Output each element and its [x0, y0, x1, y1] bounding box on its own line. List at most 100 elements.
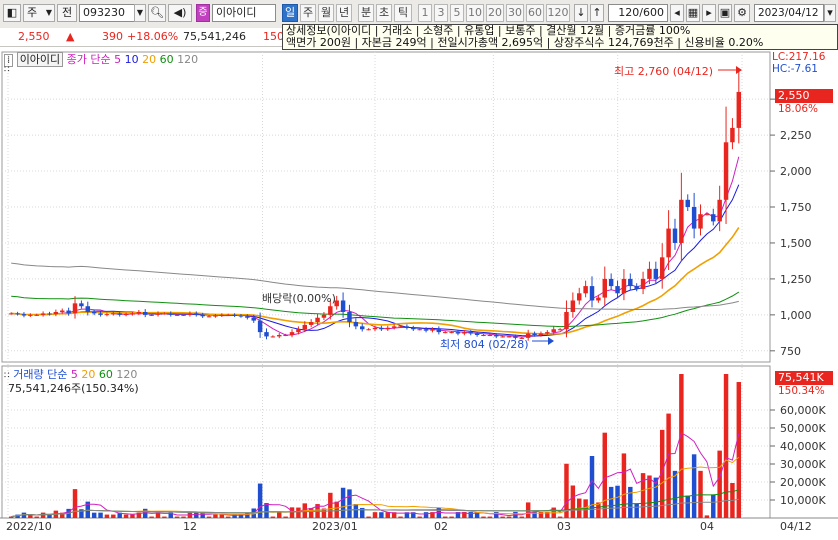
candle-body	[283, 334, 288, 336]
candle-body	[315, 317, 320, 323]
candle-body	[391, 326, 397, 328]
candle-body	[155, 313, 161, 315]
candle-body	[289, 332, 295, 335]
candle-body	[628, 278, 633, 287]
x-label-feb: 02	[434, 520, 448, 533]
candle-body	[360, 326, 365, 330]
volume-bar	[468, 512, 473, 518]
candle-body	[79, 303, 84, 307]
volume-bar	[717, 450, 722, 518]
volume-bar	[602, 432, 608, 518]
candle-body	[551, 329, 556, 333]
candle-body	[417, 329, 422, 331]
volume-bar	[423, 512, 429, 518]
candle-body	[430, 329, 435, 331]
candle-body	[538, 333, 544, 335]
volume-bar	[628, 486, 633, 518]
volume-bar	[711, 494, 716, 518]
volume-bar	[615, 485, 620, 518]
current-price-box: 2,550	[775, 89, 833, 103]
volume-bar	[666, 413, 671, 518]
candle-body	[436, 329, 442, 333]
candle-body	[404, 326, 410, 328]
volume-tick-label: 30,000K	[780, 458, 826, 471]
current-volume-box: 75,541K	[775, 371, 833, 385]
price-tick-label: 1,000	[780, 309, 812, 322]
current-volume-pct: 150.34%	[778, 385, 825, 397]
candle-body	[136, 311, 142, 314]
x-label-oct: 2022/10	[6, 520, 52, 533]
volume-bar	[296, 507, 301, 518]
candle-body	[321, 314, 327, 318]
candle-body	[691, 207, 697, 229]
price-tick-label: 750	[780, 345, 801, 358]
candle-body	[634, 286, 639, 289]
volume-bar	[72, 489, 78, 518]
candle-body	[238, 315, 244, 317]
volume-bar	[672, 470, 678, 518]
volume-bar	[487, 516, 493, 518]
candle-body	[564, 311, 569, 330]
high-annotation: 최고 2,760 (04/12)	[614, 65, 714, 78]
candle-body	[194, 313, 199, 315]
candle-body	[640, 278, 646, 289]
volume-bar	[704, 515, 710, 518]
candle-body	[302, 324, 308, 330]
candle-body	[181, 314, 186, 316]
candle-body	[168, 313, 173, 315]
candle-body	[372, 327, 378, 330]
candle-body	[577, 293, 582, 301]
candle-body	[66, 310, 71, 314]
candle-body	[730, 127, 735, 143]
volume-bar	[289, 507, 295, 518]
candle-body	[468, 332, 473, 334]
candle-body	[647, 268, 652, 279]
volume-bar	[181, 516, 186, 518]
volume-bar	[47, 514, 52, 518]
candle-body	[111, 313, 116, 315]
ma-legend-20: 20	[142, 53, 157, 66]
candle-body	[117, 313, 122, 315]
candle-body	[685, 199, 690, 207]
candle-body	[200, 314, 205, 317]
candle-body	[545, 332, 550, 334]
volume-tick-label: 20,000K	[780, 476, 826, 489]
volume-bar	[685, 495, 690, 518]
candle-body	[187, 313, 193, 315]
candle-body	[608, 278, 614, 287]
candle-body	[455, 332, 461, 334]
candle-body	[679, 199, 684, 243]
volume-bar	[340, 487, 346, 518]
volume-tick-label: 50,000K	[780, 422, 826, 435]
price-tick-label: 1,250	[780, 273, 812, 286]
volume-bar	[225, 516, 231, 518]
volume-bar	[736, 382, 742, 518]
stock-chart[interactable]: 2,250 2,000 1,750 1,500 1,250 1,000 750 60,000K…	[0, 0, 838, 540]
candle-body	[398, 326, 403, 328]
volume-bar	[98, 512, 103, 518]
candle-body	[213, 315, 218, 317]
candle-body	[257, 320, 263, 333]
candle-body	[615, 286, 620, 294]
stock-tab[interactable]: 이아이디	[16, 52, 64, 67]
volume-bar	[366, 516, 371, 518]
volume-bar	[481, 516, 486, 518]
candle-body	[328, 306, 333, 315]
candle-body	[570, 300, 576, 312]
crosshair-icon: ∷	[4, 65, 10, 75]
candle-body	[104, 314, 110, 316]
ma-legend-120: 120	[177, 53, 199, 66]
candle-body	[85, 306, 91, 312]
candle-body	[98, 313, 103, 315]
candle-body	[340, 300, 346, 312]
ma-legend-10: 10	[124, 53, 139, 66]
ma-legend-60: 60	[159, 53, 174, 66]
candle-body	[666, 228, 671, 258]
candle-body	[206, 316, 212, 318]
volume-bar	[328, 492, 333, 518]
candle-body	[596, 297, 601, 301]
volume-bar	[417, 516, 422, 518]
tooltip-line-2: 액면가 200원 | 자본금 249억 | 전일시가총액 2,695억 | 상장…	[286, 36, 764, 49]
candle-body	[347, 311, 352, 323]
candle-body	[91, 311, 97, 314]
